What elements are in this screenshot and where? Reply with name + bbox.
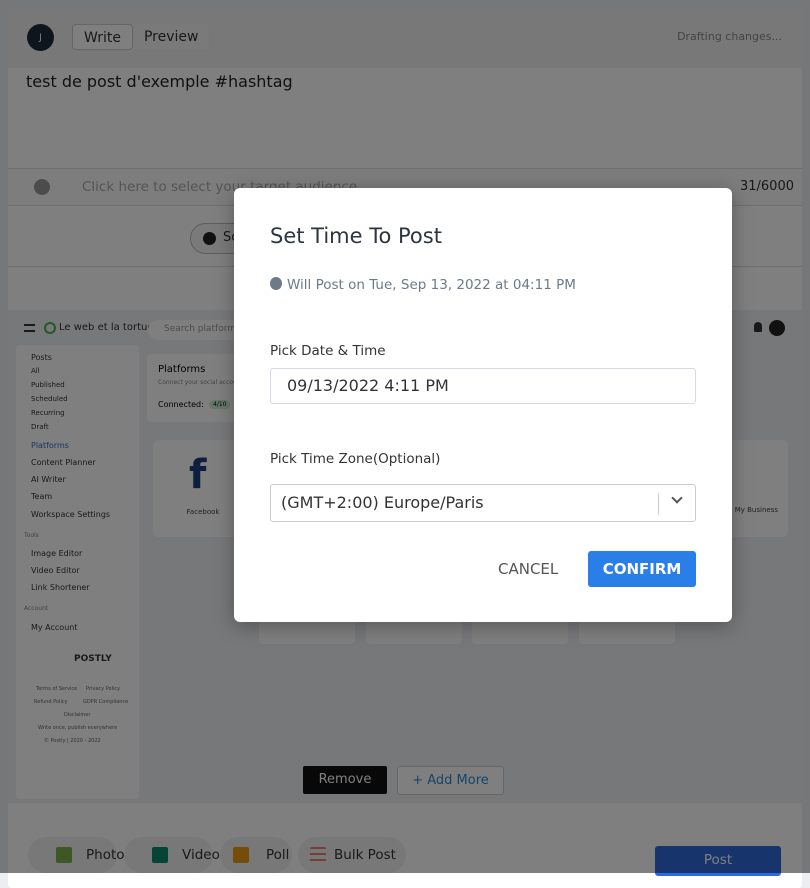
select-divider	[658, 493, 659, 515]
confirm-button[interactable]: CONFIRM	[588, 551, 696, 587]
will-post-info: Will Post on Tue, Sep 13, 2022 at 04:11 …	[270, 277, 576, 293]
timezone-value: (GMT+2:00) Europe/Paris	[281, 493, 484, 512]
cancel-button[interactable]: CANCEL	[498, 560, 558, 578]
will-post-text: Will Post on Tue, Sep 13, 2022 at 04:11 …	[287, 277, 576, 293]
timezone-select[interactable]: (GMT+2:00) Europe/Paris	[270, 484, 696, 522]
date-label: Pick Date & Time	[270, 343, 386, 359]
chevron-down-icon[interactable]	[671, 492, 683, 504]
dialog-title: Set Time To Post	[270, 224, 442, 248]
timezone-label: Pick Time Zone(Optional)	[270, 451, 441, 467]
stopwatch-icon	[270, 277, 282, 290]
date-time-input[interactable]: 09/13/2022 4:11 PM	[270, 368, 696, 404]
set-time-dialog: Set Time To Post Will Post on Tue, Sep 1…	[234, 188, 732, 622]
